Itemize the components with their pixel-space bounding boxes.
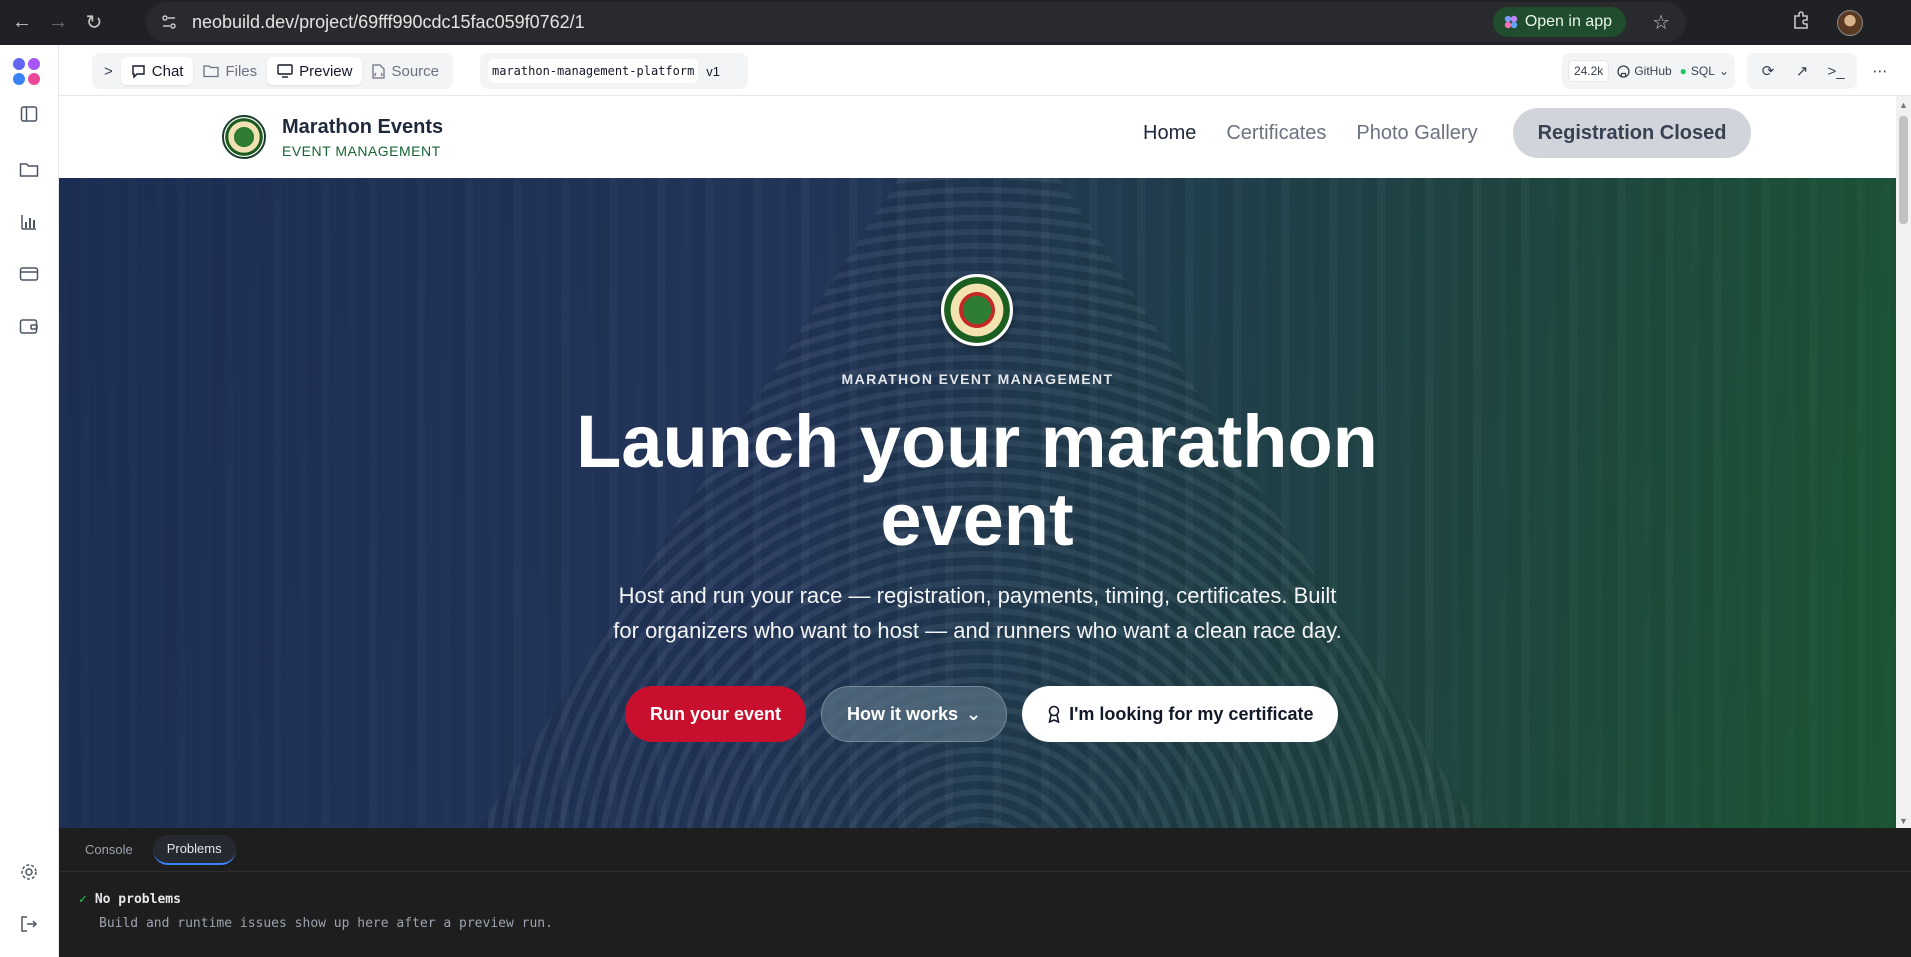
sidebar-toggle-icon[interactable] — [14, 99, 44, 129]
version-label[interactable]: v1 — [706, 64, 720, 79]
extensions-icon[interactable] — [1791, 10, 1811, 36]
action-icons-group: ⟳ ↗ >_ — [1747, 53, 1857, 89]
editor-toolbar: > Chat Files Preview Source marathon-man… — [59, 45, 1911, 96]
github-button[interactable]: GitHub — [1617, 64, 1672, 78]
settings-gear-icon[interactable] — [14, 857, 44, 887]
tab-chat[interactable]: Chat — [120, 57, 194, 85]
browser-toolbar: ← → ↻ neobuild.dev/project/69fff990cdc15… — [0, 0, 1911, 45]
forward-icon[interactable]: → — [44, 9, 72, 37]
problems-hint: Build and runtime issues show up here af… — [99, 916, 553, 931]
app-icon — [1504, 15, 1518, 29]
folder-icon[interactable] — [14, 155, 44, 185]
wallet-icon[interactable] — [14, 311, 44, 341]
url-text[interactable]: neobuild.dev/project/69fff990cdc15fac059… — [192, 12, 585, 33]
terminal-icon[interactable]: >_ — [1821, 56, 1851, 86]
back-icon[interactable]: ← — [8, 9, 36, 37]
tab-label: Preview — [299, 62, 353, 80]
tab-label: Files — [225, 62, 258, 80]
tab-files[interactable]: Files — [193, 57, 267, 85]
more-options-icon[interactable]: ⋯ — [1865, 56, 1895, 86]
address-bar[interactable]: neobuild.dev/project/69fff990cdc15fac059… — [146, 2, 1686, 42]
hero-event-logo — [941, 274, 1013, 346]
neobuild-logo-icon[interactable] — [10, 55, 44, 89]
cta-label: I'm looking for my certificate — [1069, 703, 1314, 724]
registration-closed-button[interactable]: Registration Closed — [1512, 108, 1752, 158]
open-external-icon[interactable]: ↗ — [1787, 56, 1817, 86]
scroll-up-arrow-icon[interactable]: ▲ — [1899, 100, 1908, 110]
cta-label: How it works — [847, 703, 959, 724]
hero-section: MARATHON EVENT MANAGEMENT Launch your ma… — [59, 178, 1896, 828]
open-in-app-label: Open in app — [1524, 13, 1612, 30]
card-icon[interactable] — [14, 259, 44, 289]
logout-icon[interactable] — [14, 909, 44, 939]
view-tabs: > Chat Files Preview Source — [92, 53, 454, 89]
token-count-badge: 24.2k — [1567, 60, 1610, 82]
chevron-down-icon: ⌄ — [966, 703, 982, 724]
nav-link-certificates[interactable]: Certificates — [1226, 122, 1326, 145]
nav-link-home[interactable]: Home — [1143, 122, 1196, 145]
chrome-right-controls — [1791, 0, 1911, 45]
tab-label: Chat — [151, 62, 184, 80]
site-header: Marathon Events EVENT MANAGEMENT Home Ce… — [59, 96, 1896, 178]
find-certificate-button[interactable]: I'm looking for my certificate — [1022, 686, 1339, 742]
reload-icon[interactable]: ↻ — [80, 9, 108, 37]
database-icon: ● — [1679, 64, 1687, 78]
site-info-icon[interactable] — [152, 5, 186, 39]
hero-content: MARATHON EVENT MANAGEMENT Launch your ma… — [59, 178, 1896, 828]
tab-preview[interactable]: Preview — [267, 57, 363, 85]
tab-source[interactable]: Source — [362, 57, 449, 85]
project-name[interactable]: marathon-management-platform — [488, 59, 699, 83]
analytics-icon[interactable] — [14, 207, 44, 237]
how-it-works-button[interactable]: How it works ⌄ — [821, 686, 1008, 742]
integrations-group: 24.2k GitHub ● SQL ⌄ — [1561, 53, 1735, 89]
left-rail — [0, 45, 59, 957]
expand-chevron-icon[interactable]: > — [96, 57, 121, 85]
file-code-icon — [372, 63, 386, 79]
preview-scrollbar[interactable]: ▲ ▼ — [1896, 96, 1911, 828]
hero-cta-row: Run your event How it works ⌄ I'm lookin… — [625, 686, 1339, 742]
scroll-thumb[interactable] — [1899, 116, 1908, 224]
monitor-icon — [277, 63, 293, 78]
folder-icon — [203, 65, 220, 78]
bookmark-star-icon[interactable]: ☆ — [1652, 10, 1670, 35]
preview-frame: Marathon Events EVENT MANAGEMENT Home Ce… — [59, 96, 1911, 828]
chevron-down-icon: ⌄ — [1718, 64, 1729, 78]
scroll-down-arrow-icon[interactable]: ▼ — [1899, 816, 1908, 826]
brand-subtitle: EVENT MANAGEMENT — [282, 143, 441, 159]
github-label: GitHub — [1634, 64, 1672, 78]
project-selector[interactable]: marathon-management-platform v1 — [480, 53, 748, 89]
problems-status: ✓ No problems — [79, 892, 181, 907]
tab-problems[interactable]: Problems — [152, 834, 236, 865]
tab-console[interactable]: Console — [71, 835, 147, 865]
brand-logo[interactable] — [222, 115, 266, 159]
hero-description: Host and run your race — registration, p… — [613, 583, 1342, 643]
nav-link-photo-gallery[interactable]: Photo Gallery — [1356, 122, 1477, 145]
check-icon: ✓ — [79, 892, 87, 907]
chat-icon — [132, 64, 145, 79]
hero-eyebrow: MARATHON EVENT MANAGEMENT — [841, 371, 1114, 387]
database-label: SQL — [1690, 64, 1715, 78]
tab-label: Source — [391, 62, 440, 80]
run-your-event-button[interactable]: Run your event — [625, 686, 807, 742]
app-shell: > Chat Files Preview Source marathon-man… — [0, 45, 1911, 957]
database-button[interactable]: ● SQL ⌄ — [1680, 64, 1729, 78]
problems-panel: Console Problems ✓ No problems Build and… — [59, 828, 1911, 957]
brand-name[interactable]: Marathon Events — [282, 116, 443, 139]
profile-avatar[interactable] — [1837, 9, 1863, 36]
cta-label: Run your event — [650, 703, 782, 724]
site-nav: Home Certificates Photo Gallery Registra… — [1143, 108, 1752, 158]
award-ribbon-icon — [1048, 705, 1060, 723]
toolbar-right: 24.2k GitHub ● SQL ⌄ ⟳ ↗ >_ ⋯ — [1561, 53, 1911, 89]
github-icon — [1617, 64, 1630, 78]
open-in-app-button[interactable]: Open in app — [1492, 7, 1626, 37]
problems-status-text: No problems — [94, 892, 181, 907]
panel-tabs: Console Problems — [59, 828, 1911, 872]
hero-title: Launch your marathon event — [576, 400, 1378, 561]
refresh-icon[interactable]: ⟳ — [1753, 56, 1783, 86]
